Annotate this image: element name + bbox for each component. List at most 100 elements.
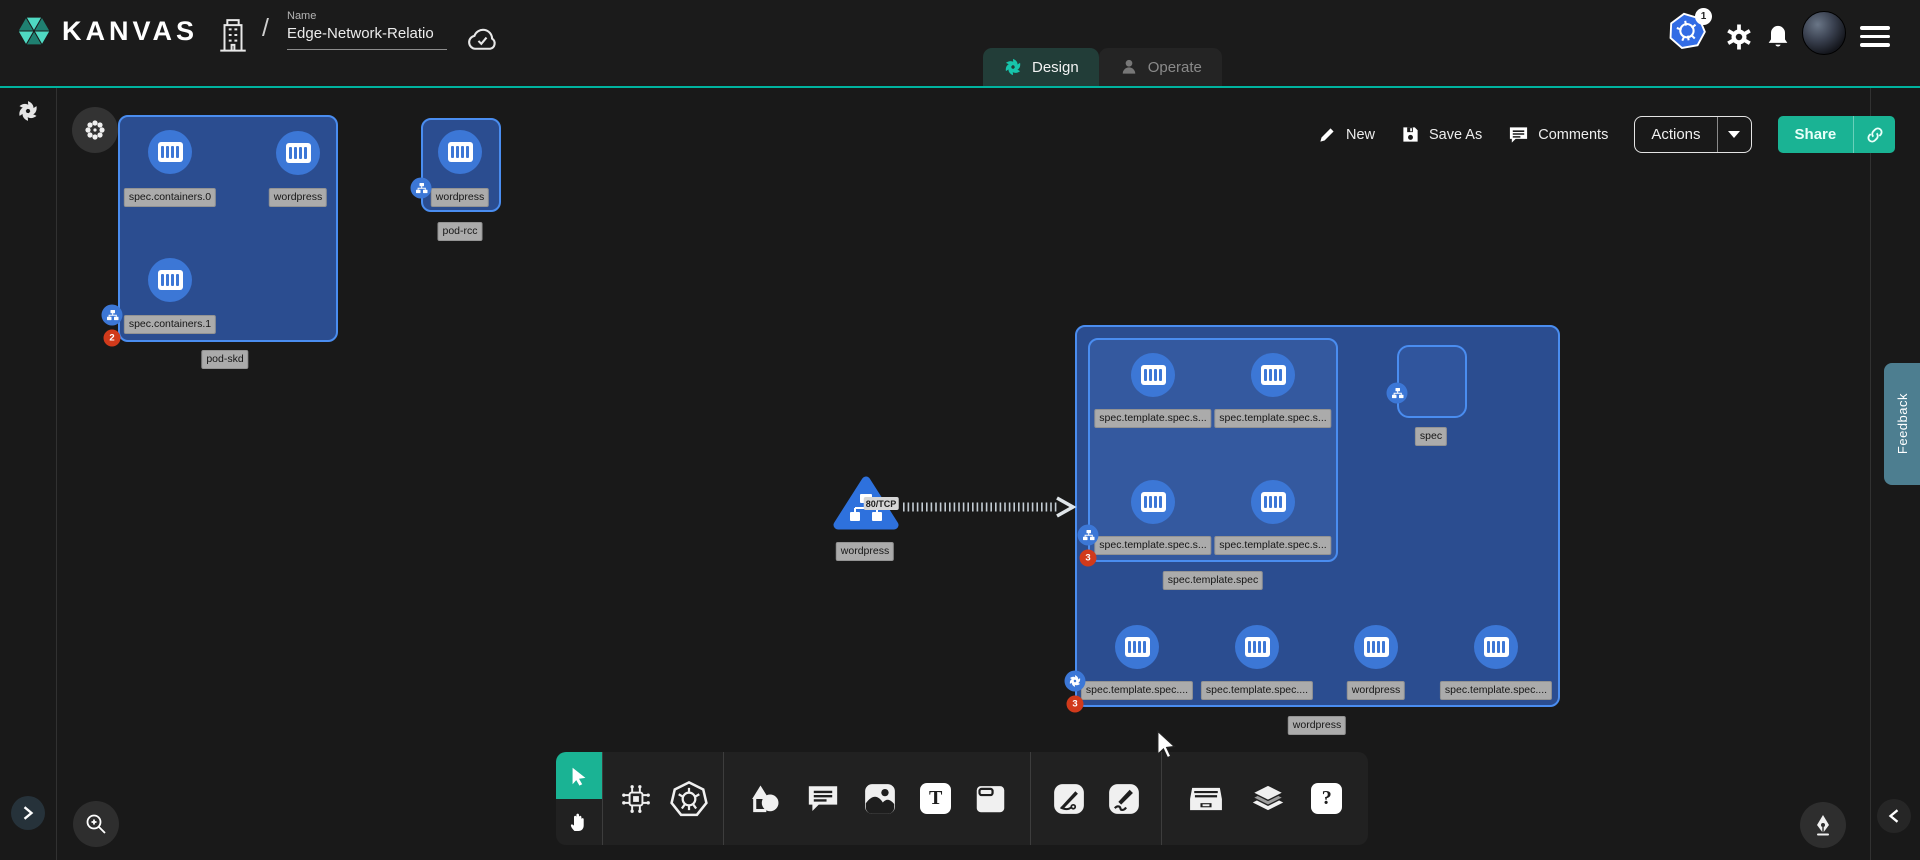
dropdown-caret-icon[interactable] <box>1717 116 1751 153</box>
node-container[interactable] <box>1131 480 1175 524</box>
breadcrumb-separator: / <box>262 14 269 43</box>
node-label: spec.template.spec.s... <box>1214 409 1331 428</box>
notifications-bell-icon[interactable] <box>1764 22 1792 52</box>
tab-design-label: Design <box>1032 59 1079 76</box>
node-container[interactable] <box>1251 480 1295 524</box>
save-as-button[interactable]: Save As <box>1401 125 1482 144</box>
group-label: pod-skd <box>201 350 248 369</box>
network-badge-icon[interactable] <box>102 305 123 326</box>
design-name-field[interactable]: Name Edge-Network-Relatio <box>287 10 447 50</box>
group-pod-template[interactable] <box>1088 338 1338 562</box>
container-icon <box>1261 492 1286 512</box>
shapes-tool[interactable] <box>747 782 783 816</box>
brand-text: KANVAS <box>62 16 198 47</box>
context-count-badge: 1 <box>1695 8 1712 25</box>
actions-dropdown-button[interactable]: Actions <box>1634 116 1751 153</box>
feedback-tab[interactable]: Feedback <box>1884 363 1920 485</box>
count-badge[interactable]: 3 <box>1080 550 1097 567</box>
comment-tool[interactable] <box>806 783 840 815</box>
node-container[interactable] <box>1474 625 1518 669</box>
actions-label: Actions <box>1635 126 1716 143</box>
node-container[interactable] <box>1251 353 1295 397</box>
network-badge-icon[interactable] <box>411 178 432 199</box>
new-button[interactable]: New <box>1318 125 1375 144</box>
design-canvas[interactable]: Y <box>0 88 1920 860</box>
operate-person-icon <box>1119 57 1139 77</box>
kubernetes-tool[interactable] <box>670 780 708 818</box>
network-badge-icon[interactable] <box>1387 383 1408 404</box>
container-icon <box>1364 637 1389 657</box>
canvas-toolbar: T <box>556 752 1368 845</box>
node-container[interactable] <box>1131 353 1175 397</box>
count-badge[interactable]: 3 <box>1067 696 1084 713</box>
container-icon <box>448 142 473 162</box>
expand-sidebar-button[interactable] <box>11 796 45 830</box>
kanvas-logo[interactable]: KANVAS <box>16 13 198 49</box>
container-icon <box>158 270 183 290</box>
pen-nib-icon <box>1811 813 1835 837</box>
flower-gear-icon <box>84 119 106 141</box>
tab-operate[interactable]: Operate <box>1099 48 1222 86</box>
group-label: wordpress <box>1288 716 1346 735</box>
drawer-tool[interactable] <box>1188 782 1224 816</box>
edge-service-to-pod[interactable] <box>895 492 1085 522</box>
toolbar-group-components <box>603 752 723 845</box>
group-label: pod-rcc <box>437 222 482 241</box>
kubernetes-context-button[interactable]: 1 <box>1668 12 1706 55</box>
share-button[interactable]: Share <box>1778 116 1896 153</box>
organization-building-icon[interactable] <box>216 16 250 54</box>
collapse-panel-button[interactable] <box>1877 799 1911 833</box>
text-tool-glyph: T <box>920 783 951 814</box>
pen-nib-button[interactable] <box>1800 802 1846 848</box>
pen-path-tool[interactable] <box>1052 782 1086 816</box>
pan-tool[interactable] <box>556 799 602 845</box>
cursor-arrow-icon <box>568 765 590 787</box>
kanvas-logo-icon <box>16 13 52 49</box>
tab-design[interactable]: Design <box>983 48 1099 86</box>
node-container[interactable] <box>148 130 192 174</box>
node-container[interactable] <box>438 130 482 174</box>
help-tool-glyph: ? <box>1311 783 1342 814</box>
node-container[interactable] <box>1235 625 1279 669</box>
share-label: Share <box>1778 126 1854 143</box>
container-icon <box>1261 365 1286 385</box>
cluster-flower-button[interactable] <box>72 107 118 153</box>
node-label: spec.containers.1 <box>124 315 216 334</box>
count-badge[interactable]: 2 <box>104 330 121 347</box>
node-label: wordpress <box>269 188 327 207</box>
chevron-left-icon <box>1888 809 1900 823</box>
copy-link-icon[interactable] <box>1853 116 1895 153</box>
container-icon <box>1125 637 1150 657</box>
node-spec[interactable] <box>1397 345 1467 418</box>
container-icon <box>1484 637 1509 657</box>
node-container[interactable] <box>1354 625 1398 669</box>
deployment-badge-icon[interactable] <box>1065 671 1086 692</box>
layers-tool[interactable] <box>1250 782 1286 816</box>
container-icon <box>286 143 311 163</box>
zoom-in-button[interactable] <box>73 801 119 847</box>
image-tool[interactable] <box>863 782 897 816</box>
node-container[interactable] <box>148 258 192 302</box>
app-header: KANVAS / Name Edge-Network-Relatio 1 <box>0 0 1920 88</box>
select-tool[interactable] <box>556 752 602 799</box>
meshery-swirl-icon[interactable] <box>16 99 40 123</box>
node-container[interactable] <box>1115 625 1159 669</box>
chevron-right-icon <box>22 806 34 820</box>
note-tool[interactable] <box>974 782 1007 815</box>
text-tool[interactable]: T <box>920 783 951 814</box>
help-tool[interactable]: ? <box>1311 783 1342 814</box>
settings-gear-icon[interactable] <box>1724 22 1754 52</box>
comments-button[interactable]: Comments <box>1508 125 1608 145</box>
name-field-value[interactable]: Edge-Network-Relatio <box>287 25 447 50</box>
network-badge-icon[interactable] <box>1078 525 1099 546</box>
component-chip-tool[interactable] <box>618 781 654 817</box>
node-label: wordpress <box>836 542 894 561</box>
node-container[interactable] <box>276 131 320 175</box>
cloud-saved-icon <box>466 26 500 52</box>
menu-hamburger-icon[interactable] <box>1860 26 1890 52</box>
name-field-label: Name <box>287 10 447 22</box>
user-avatar[interactable] <box>1802 11 1846 55</box>
pencil-freehand-tool[interactable] <box>1107 782 1141 816</box>
node-label: spec.template.spec.... <box>1440 681 1552 700</box>
left-rail <box>0 88 57 860</box>
